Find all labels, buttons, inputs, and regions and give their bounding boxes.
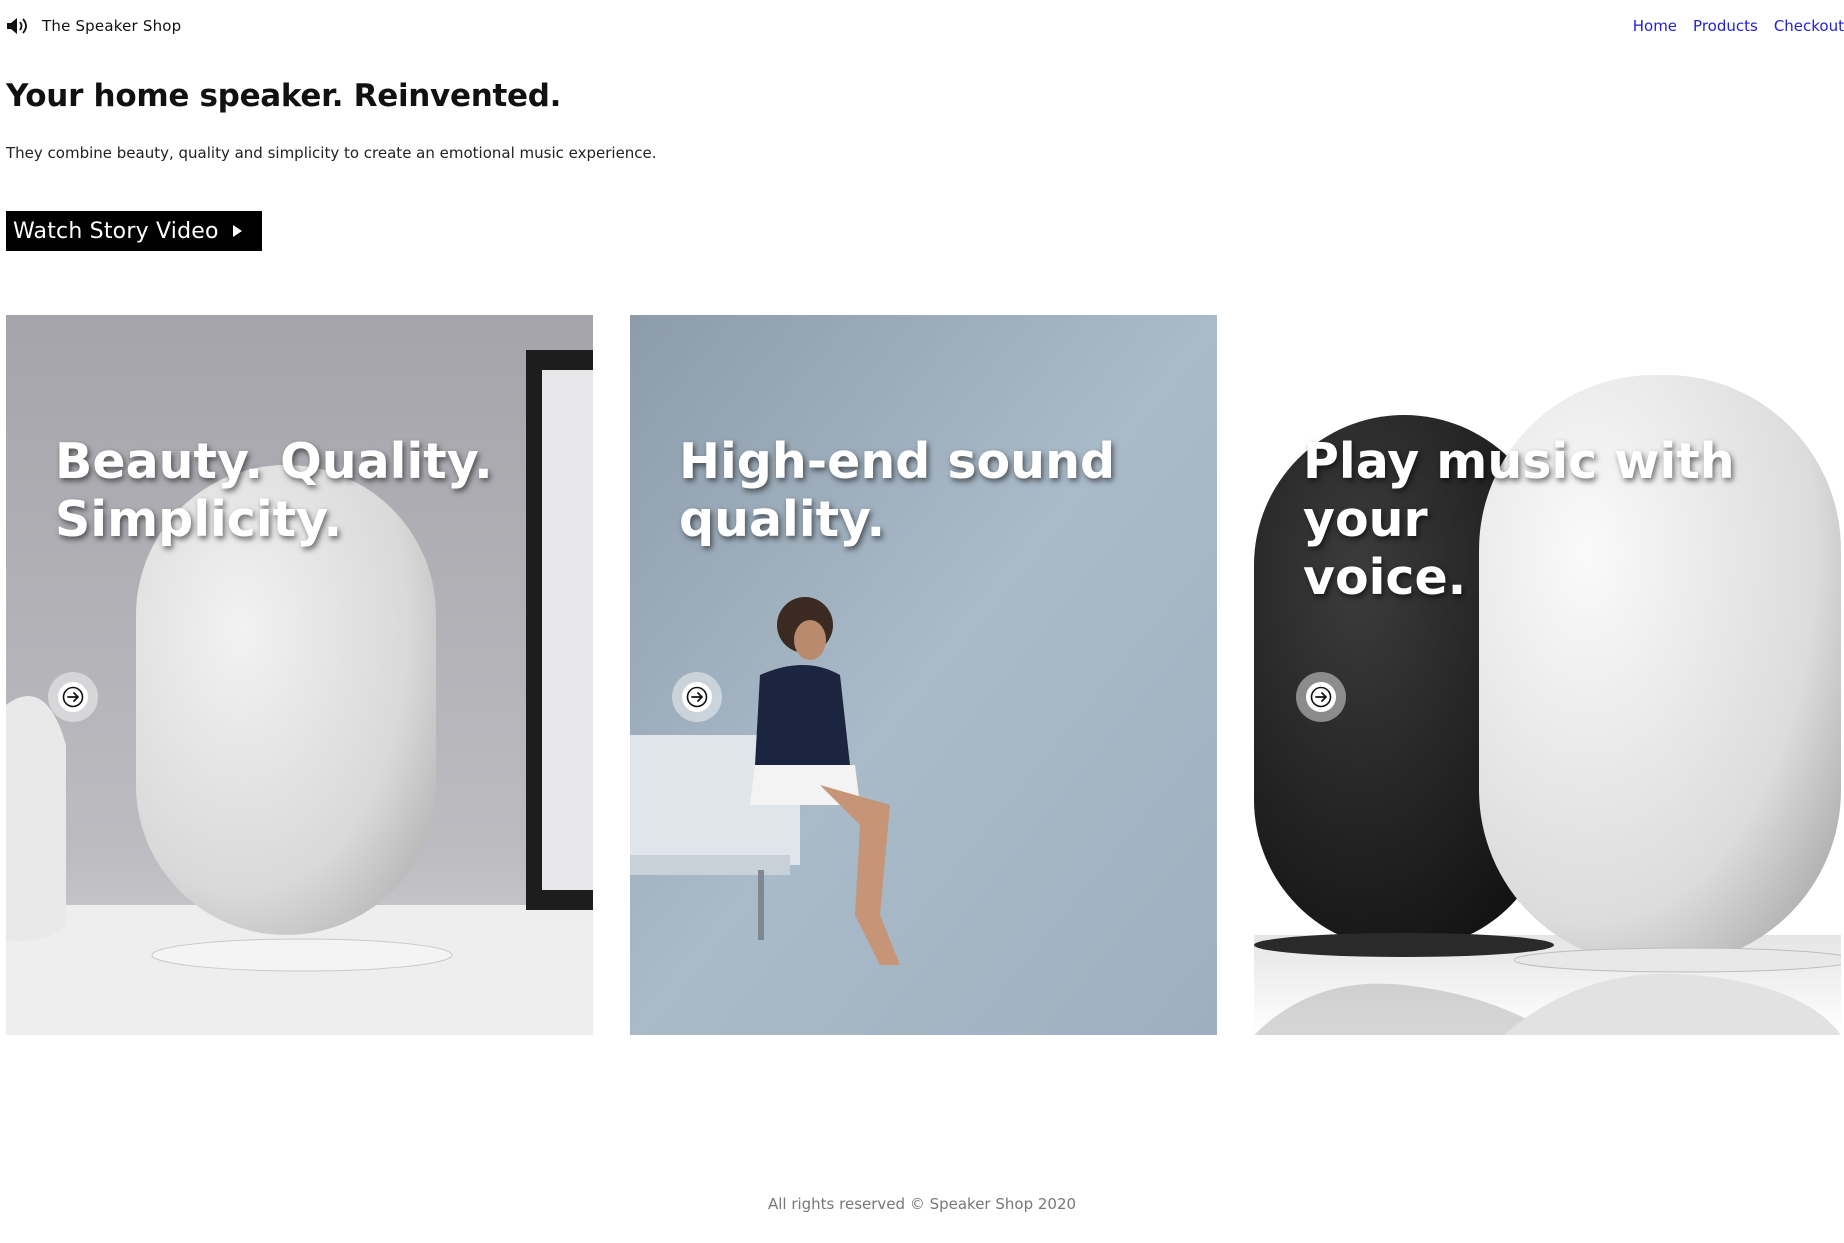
speakers-image <box>1254 315 1841 1035</box>
card-title-line2: voice. <box>1303 549 1467 606</box>
card-title-line2: Simplicity. <box>55 491 343 548</box>
hero-title: Your home speaker. Reinvented. <box>6 78 562 114</box>
nav-link-home[interactable]: Home <box>1633 17 1677 35</box>
site-header: The Speaker Shop Home Products Checkout <box>0 0 1844 52</box>
nav-link-checkout[interactable]: Checkout <box>1774 17 1844 35</box>
card-title-line1: Beauty. Quality. <box>55 433 493 490</box>
card-arrow-button[interactable] <box>1296 672 1346 722</box>
feature-card-sound[interactable]: High-end sound quality. <box>630 315 1217 1035</box>
card-title-line1: Play music with your <box>1303 433 1735 548</box>
speaker-image <box>6 315 593 1035</box>
arrow-right-icon <box>686 686 708 708</box>
card-title: Play music with your voice. <box>1303 433 1823 607</box>
arrow-right-icon <box>62 686 84 708</box>
main-nav: Home Products Checkout <box>1617 17 1844 35</box>
feature-card-voice[interactable]: Play music with your voice. <box>1254 315 1841 1035</box>
cta-label: Watch Story Video <box>13 218 219 244</box>
arrow-right-icon <box>1310 686 1332 708</box>
card-title-line2: quality. <box>679 491 886 548</box>
watch-story-video-button[interactable]: Watch Story Video <box>6 211 262 251</box>
card-title-line1: High-end sound <box>679 433 1116 490</box>
card-title: High-end sound quality. <box>679 433 1199 549</box>
brand[interactable]: The Speaker Shop <box>6 16 181 36</box>
card-title: Beauty. Quality. Simplicity. <box>55 433 575 549</box>
person-image <box>630 315 1217 1035</box>
card-arrow-button[interactable] <box>48 672 98 722</box>
speaker-icon <box>6 16 28 36</box>
hero-subtitle: They combine beauty, quality and simplic… <box>6 144 657 162</box>
footer-copyright: All rights reserved © Speaker Shop 2020 <box>767 1195 1077 1213</box>
nav-link-products[interactable]: Products <box>1693 17 1758 35</box>
feature-card-beauty[interactable]: Beauty. Quality. Simplicity. <box>6 315 593 1035</box>
play-icon <box>232 225 242 237</box>
card-arrow-button[interactable] <box>672 672 722 722</box>
brand-name: The Speaker Shop <box>42 17 182 35</box>
